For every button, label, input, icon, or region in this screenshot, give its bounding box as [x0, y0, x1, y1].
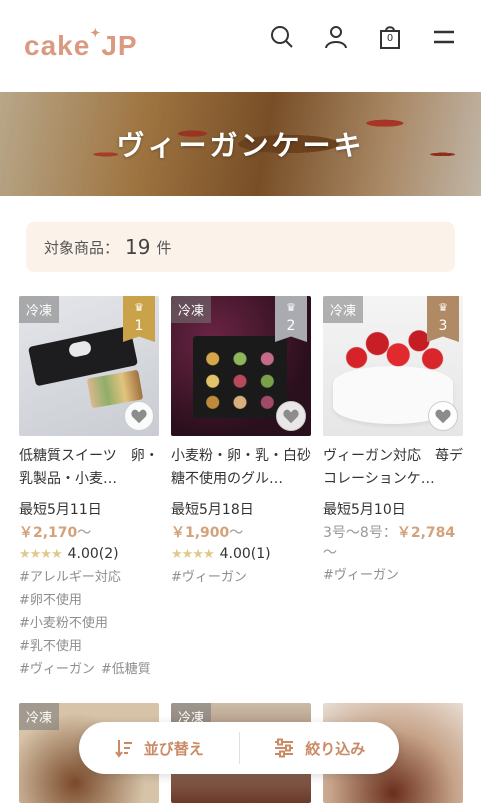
tag-link[interactable]: #ヴィーガン [171, 566, 247, 589]
result-count: 対象商品： 19 件 [26, 222, 455, 272]
product-image[interactable]: 冷凍 ♛ 1 [19, 296, 159, 436]
rating-value: 4.00(1) [219, 546, 271, 562]
tag-link[interactable]: #ヴィーガン [323, 564, 399, 587]
count-value: 19 [125, 235, 151, 259]
tag-link[interactable]: #アレルギー対応 [19, 566, 121, 589]
bag-icon[interactable]: 0 [377, 24, 403, 50]
crown-icon: ♛ [438, 301, 448, 314]
product-grid: 冷凍 ♛ 1 低糖質スイーツ 卵・乳製品・小麦… 最短5月11日 ￥2,170～… [19, 296, 481, 681]
product-rating: ★★★★ 4.00(2) [19, 546, 159, 562]
cart-count: 0 [386, 33, 394, 44]
site-logo[interactable]: cake✦JP [24, 26, 138, 62]
tag-link[interactable]: #小麦粉不使用 [19, 612, 108, 635]
banner-title: ヴィーガンケーキ [116, 129, 365, 162]
tag-link[interactable]: #低糖質 [101, 658, 151, 681]
product-card[interactable]: 冷凍 ♛ 3 ヴィーガン対応 苺デコレーションケ… 最短5月10日 3号～8号：… [323, 296, 463, 681]
star-icons: ★★★★ [19, 546, 63, 562]
favorite-icon[interactable] [428, 401, 458, 431]
size-range: 3号～8号： [323, 525, 397, 541]
product-card[interactable]: 冷凍 ♛ 2 小麦粉・卵・乳・白砂糖不使用のグル… 最短5月18日 ￥1,900… [171, 296, 311, 681]
frozen-badge: 冷凍 [323, 296, 364, 323]
product-card[interactable]: 冷凍 ♛ 1 低糖質スイーツ 卵・乳製品・小麦… 最短5月11日 ￥2,170～… [19, 296, 159, 681]
rating-value: 4.00(2) [67, 546, 119, 562]
product-name[interactable]: 低糖質スイーツ 卵・乳製品・小麦… [19, 445, 159, 491]
favorite-icon[interactable] [276, 401, 306, 431]
delivery-date: 最短5月18日 [171, 502, 254, 518]
product-tags: #ヴィーガン [171, 566, 311, 589]
star-icons: ★★★★ [171, 546, 215, 562]
product-price: ￥2,170～ [19, 525, 92, 541]
crown-icon: ♛ [134, 301, 144, 314]
count-unit: 件 [156, 238, 172, 257]
count-label: 対象商品： [44, 238, 120, 257]
sort-filter-bar: 並び替え 絞り込み [79, 722, 399, 774]
product-price: ￥1,900～ [171, 525, 244, 541]
favorite-icon[interactable] [124, 401, 154, 431]
delivery-date: 最短5月10日 [323, 502, 406, 518]
tag-link[interactable]: #卵不使用 [19, 589, 82, 612]
rank-badge: ♛ 1 [123, 296, 155, 342]
category-banner: ヴィーガンケーキ [0, 92, 481, 196]
frozen-badge: 冷凍 [19, 296, 60, 323]
sort-label: 並び替え [143, 739, 204, 758]
site-header: cake✦JP 0 [0, 0, 481, 92]
product-price: 3号～8号：￥2,784 ～ [323, 525, 456, 561]
tag-link[interactable]: #乳不使用 [19, 635, 82, 658]
product-name[interactable]: 小麦粉・卵・乳・白砂糖不使用のグル… [171, 445, 311, 491]
header-icons: 0 [269, 24, 457, 50]
frozen-badge: 冷凍 [171, 296, 212, 323]
menu-icon[interactable] [431, 24, 457, 50]
sort-icon [114, 740, 132, 758]
product-tags: #ヴィーガン [323, 564, 463, 587]
frozen-badge: 冷凍 [19, 703, 60, 730]
tag-link[interactable]: #ヴィーガン [19, 658, 95, 681]
user-icon[interactable] [323, 24, 349, 50]
delivery-date: 最短5月11日 [19, 502, 102, 518]
filter-label: 絞り込み [305, 739, 366, 758]
search-icon[interactable] [269, 24, 295, 50]
product-tags: #アレルギー対応 #卵不使用 #小麦粉不使用 #乳不使用 #ヴィーガン #低糖質 [19, 566, 159, 681]
rank-badge: ♛ 3 [427, 296, 459, 342]
product-image[interactable]: 冷凍 ♛ 3 [323, 296, 463, 436]
filter-button[interactable]: 絞り込み [240, 722, 400, 774]
sort-button[interactable]: 並び替え [79, 722, 239, 774]
product-name[interactable]: ヴィーガン対応 苺デコレーションケ… [323, 445, 463, 491]
product-rating: ★★★★ 4.00(1) [171, 546, 311, 562]
crown-icon: ♛ [286, 301, 296, 314]
product-image[interactable]: 冷凍 ♛ 2 [171, 296, 311, 436]
rank-badge: ♛ 2 [275, 296, 307, 342]
filter-icon [275, 738, 294, 758]
